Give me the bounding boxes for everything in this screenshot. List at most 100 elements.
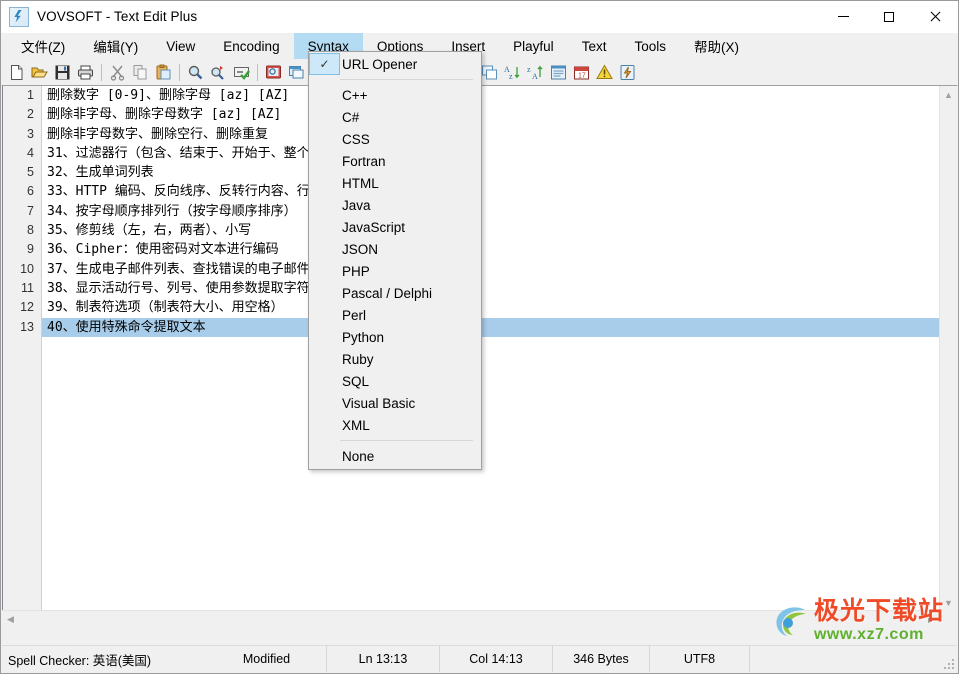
close-button[interactable] — [912, 1, 958, 32]
calendar-icon[interactable]: 17 — [570, 61, 593, 84]
syntax-item-sql[interactable]: SQL — [309, 370, 481, 392]
horizontal-scrollbar[interactable]: ◀ ▶ — [2, 610, 940, 628]
editor-line[interactable]: 39、制表符选项（制表符大小、用空格） — [42, 298, 940, 317]
syntax-item-label: Ruby — [342, 351, 374, 367]
menu-file[interactable]: 文件(Z) — [7, 33, 79, 59]
menu-edit[interactable]: 编辑(Y) — [79, 33, 152, 59]
find-icon[interactable] — [184, 61, 207, 84]
book-search-icon[interactable] — [262, 61, 285, 84]
menu-playful[interactable]: Playful — [499, 33, 568, 59]
open-folder-icon[interactable] — [28, 61, 51, 84]
line-number: 2 — [27, 107, 34, 122]
menu-text[interactable]: Text — [568, 33, 621, 59]
check-slot — [309, 172, 340, 194]
syntax-item-php[interactable]: PHP — [309, 260, 481, 282]
line-number-gutter: 1 2 3 4 5 6 7 8 9 10 11 12 13 — [3, 86, 42, 611]
new-file-icon[interactable] — [5, 61, 28, 84]
menu-help[interactable]: 帮助(X) — [680, 33, 753, 59]
check-slot — [309, 150, 340, 172]
syntax-item-label: HTML — [342, 175, 379, 191]
syntax-item-label: C# — [342, 109, 360, 125]
editor-line[interactable]: 38、显示活动行号、列号、使用参数提取字符串 — [42, 279, 940, 298]
editor-line[interactable]: 删除数字 [0-9]、删除字母 [az] [AZ] — [42, 86, 940, 105]
editor-line[interactable]: 33、HTTP 编码、反向线序、反转行内容、行排序 — [42, 182, 940, 201]
save-icon[interactable] — [51, 61, 74, 84]
syntax-item-pascal-delphi[interactable]: Pascal / Delphi — [309, 282, 481, 304]
check-slot — [309, 370, 340, 392]
syntax-item-none[interactable]: None — [309, 445, 481, 467]
editor-line[interactable]: 31、过滤器行（包含、结束于、开始于、整个单词） — [42, 144, 940, 163]
syntax-item-html[interactable]: HTML — [309, 172, 481, 194]
syntax-item-ruby[interactable]: Ruby — [309, 348, 481, 370]
check-slot — [309, 238, 340, 260]
print-icon[interactable] — [74, 61, 97, 84]
status-column: Col 14:13 — [440, 646, 553, 672]
sort-descending-icon[interactable]: zA — [524, 61, 547, 84]
spell-check-icon[interactable] — [230, 61, 253, 84]
paste-icon[interactable] — [152, 61, 175, 84]
status-spell-checker: Spell Checker: 英语(美国) — [8, 653, 152, 668]
check-icon: ✓ — [309, 53, 340, 75]
check-slot — [309, 106, 340, 128]
syntax-item-c[interactable]: C++ — [309, 84, 481, 106]
application-window: VOVSOFT - Text Edit Plus 文件(Z) 编辑(Y) View E… — [0, 0, 959, 674]
sort-ascending-icon[interactable]: Az — [501, 61, 524, 84]
editor-line[interactable]: 40、使用特殊命令提取文本 — [42, 317, 940, 337]
window-title: VOVSOFT - Text Edit Plus — [37, 9, 198, 24]
text-lines[interactable]: 删除数字 [0-9]、删除字母 [az] [AZ] 删除非字母、删除字母数字 [a… — [42, 86, 940, 611]
find-replace-icon[interactable] — [207, 61, 230, 84]
check-slot — [309, 326, 340, 348]
menu-encoding[interactable]: Encoding — [209, 33, 293, 59]
editor-line[interactable]: 37、生成电子邮件列表、查找错误的电子邮件、转换 ID — [42, 260, 940, 279]
warning-icon[interactable] — [593, 61, 616, 84]
minimize-button[interactable] — [820, 1, 866, 32]
svg-text:17: 17 — [578, 72, 586, 79]
check-slot — [309, 216, 340, 238]
resize-grip[interactable] — [943, 658, 955, 670]
scroll-up-icon[interactable]: ▲ — [940, 86, 957, 103]
scroll-left-icon[interactable]: ◀ — [2, 611, 19, 628]
check-slot — [309, 128, 340, 150]
menu-tools[interactable]: Tools — [620, 33, 680, 59]
editor-line[interactable]: 36、Cipher：使用密码对文本进行编码 — [42, 240, 940, 259]
syntax-item-url-opener[interactable]: ✓ URL Opener — [309, 53, 481, 75]
status-bar: Spell Checker: 英语(美国) Modified Ln 13:13 Col… — [2, 645, 957, 672]
menu-separator — [340, 440, 473, 441]
editor-line[interactable]: 删除非字母、删除字母数字 [az] [AZ] — [42, 105, 940, 124]
text-block-icon[interactable] — [547, 61, 570, 84]
lightning-icon[interactable] — [616, 61, 639, 84]
editor-line[interactable]: 32、生成单词列表 — [42, 163, 940, 182]
editor-line[interactable]: 删除非字母数字、删除空行、删除重复 — [42, 125, 940, 144]
window-controls — [820, 1, 958, 32]
syntax-item-css[interactable]: CSS — [309, 128, 481, 150]
syntax-dropdown-menu[interactable]: ✓ URL Opener C++ C# CSS Fortran HTML Java JavaSc… — [308, 51, 482, 470]
window-duplicate-icon[interactable] — [285, 61, 308, 84]
check-slot — [309, 392, 340, 414]
syntax-item-javascript[interactable]: JavaScript — [309, 216, 481, 238]
check-slot — [309, 282, 340, 304]
line-number: 3 — [27, 126, 34, 141]
syntax-item-visual-basic[interactable]: Visual Basic — [309, 392, 481, 414]
syntax-item-perl[interactable]: Perl — [309, 304, 481, 326]
vertical-scrollbar[interactable]: ▲ ▼ — [939, 86, 957, 611]
scroll-down-icon[interactable]: ▼ — [940, 594, 957, 611]
copy-icon[interactable] — [129, 61, 152, 84]
editor-line[interactable]: 34、按字母顺序排列行（按字母顺序排序） — [42, 202, 940, 221]
syntax-item-label: None — [342, 448, 375, 464]
editor-line[interactable]: 35、修剪线（左，右，两者）、小写 — [42, 221, 940, 240]
syntax-item-fortran[interactable]: Fortran — [309, 150, 481, 172]
syntax-item-label: URL Opener — [342, 56, 418, 72]
syntax-item-json[interactable]: JSON — [309, 238, 481, 260]
syntax-item-java[interactable]: Java — [309, 194, 481, 216]
syntax-item-label: PHP — [342, 263, 370, 279]
syntax-item-c[interactable]: C# — [309, 106, 481, 128]
line-number: 8 — [27, 223, 34, 238]
syntax-item-label: C++ — [342, 87, 368, 103]
syntax-item-xml[interactable]: XML — [309, 414, 481, 436]
syntax-item-label: SQL — [342, 373, 370, 389]
maximize-button[interactable] — [866, 1, 912, 32]
scroll-right-icon[interactable]: ▶ — [923, 611, 940, 628]
menu-view[interactable]: View — [152, 33, 209, 59]
syntax-item-python[interactable]: Python — [309, 326, 481, 348]
cut-icon[interactable] — [106, 61, 129, 84]
